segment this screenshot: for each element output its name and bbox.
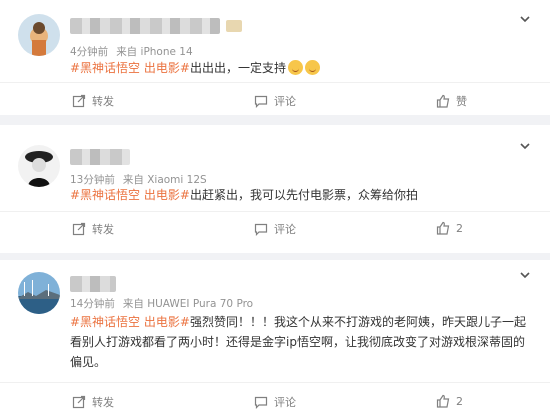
emoji-icon	[304, 60, 320, 75]
username-blurred[interactable]	[70, 276, 116, 292]
repost-label: 转发	[92, 95, 114, 108]
repost-label: 转发	[92, 396, 114, 409]
emoji-icon	[287, 60, 303, 75]
post-card: 13分钟前 来自 Xiaomi 12S #黑神话悟空 出电影#出赶紧出，我可以先付…	[0, 125, 550, 253]
avatar[interactable]	[18, 145, 60, 187]
like-count: 2	[456, 394, 463, 408]
username-blurred[interactable]	[70, 149, 130, 165]
repost-icon	[72, 395, 86, 409]
thumbs-up-icon	[436, 94, 450, 108]
post-source: 来自 iPhone 14	[116, 46, 193, 58]
thumbs-up-icon	[436, 394, 450, 408]
divider	[0, 211, 550, 212]
divider	[0, 382, 550, 383]
post-source: 来自 HUAWEI Pura 70 Pro	[122, 298, 254, 310]
comment-icon	[254, 223, 268, 236]
chevron-down-icon[interactable]	[518, 12, 532, 26]
comment-icon	[254, 95, 268, 108]
like-button[interactable]: 2	[436, 221, 463, 235]
post-card: 4分钟前 来自 iPhone 14 #黑神话悟空 出电影#出出出，一定支持 转发 …	[0, 0, 550, 115]
post-text: #黑神话悟空 出电影#出出出，一定支持	[70, 58, 530, 78]
hashtag-link[interactable]: #黑神话悟空 出电影#	[70, 315, 190, 329]
username-blurred[interactable]	[70, 18, 220, 34]
comment-label: 评论	[274, 223, 296, 236]
repost-button[interactable]: 转发	[72, 221, 114, 237]
post-meta: 4分钟前 来自 iPhone 14	[70, 44, 201, 59]
like-count: 赞	[456, 95, 467, 108]
repost-button[interactable]: 转发	[72, 93, 114, 109]
hashtag-link[interactable]: #黑神话悟空 出电影#	[70, 188, 190, 202]
post-time[interactable]: 14分钟前	[70, 298, 115, 310]
hashtag-link[interactable]: #黑神话悟空 出电影#	[70, 61, 190, 75]
chevron-down-icon[interactable]	[518, 139, 532, 153]
like-button[interactable]: 赞	[436, 93, 467, 109]
comment-button[interactable]: 评论	[254, 394, 296, 410]
post-text: #黑神话悟空 出电影#出赶紧出，我可以先付电影票，众筹给你拍	[70, 185, 530, 205]
comment-label: 评论	[274, 396, 296, 409]
comment-icon	[254, 396, 268, 409]
post-body: 出赶紧出，我可以先付电影票，众筹给你拍	[189, 188, 418, 202]
thumbs-up-icon	[436, 221, 450, 235]
avatar[interactable]	[18, 272, 60, 314]
like-button[interactable]: 2	[436, 394, 463, 408]
post-text: #黑神话悟空 出电影#强烈赞同！！！我这个从来不打游戏的老阿姨，昨天跟儿子一起看…	[70, 312, 532, 372]
comment-button[interactable]: 评论	[254, 93, 296, 109]
post-time[interactable]: 4分钟前	[70, 46, 108, 58]
like-count: 2	[456, 221, 463, 235]
post-body: 出出出，一定支持	[189, 61, 286, 75]
user-badge	[226, 20, 242, 32]
repost-icon	[72, 94, 86, 108]
comment-button[interactable]: 评论	[254, 221, 296, 237]
comment-label: 评论	[274, 95, 296, 108]
chevron-down-icon[interactable]	[518, 268, 532, 282]
repost-button[interactable]: 转发	[72, 394, 114, 410]
post-meta: 14分钟前 来自 HUAWEI Pura 70 Pro	[70, 296, 261, 311]
avatar[interactable]	[18, 14, 60, 56]
repost-icon	[72, 222, 86, 236]
divider	[0, 82, 550, 83]
post-card: 14分钟前 来自 HUAWEI Pura 70 Pro #黑神话悟空 出电影#强烈…	[0, 260, 550, 420]
repost-label: 转发	[92, 223, 114, 236]
